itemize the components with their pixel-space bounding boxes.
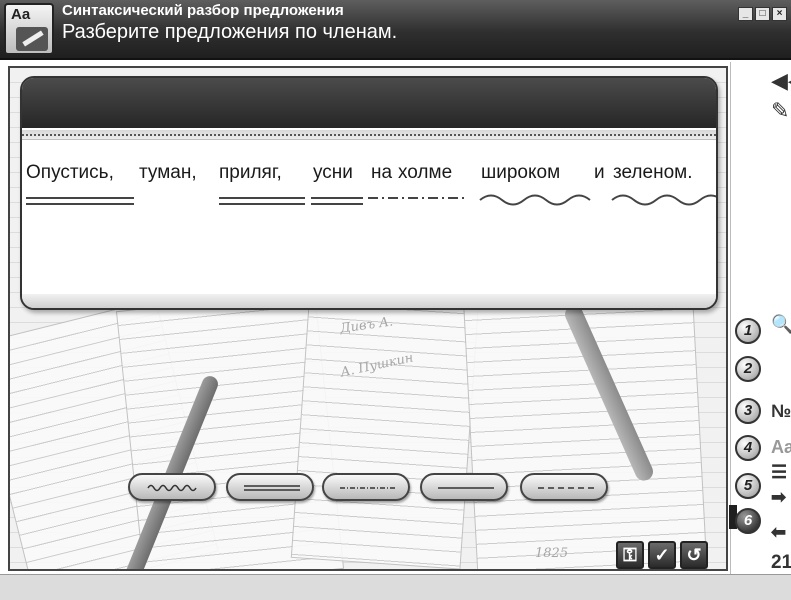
close-button[interactable]: × bbox=[772, 7, 787, 21]
pencil-icon[interactable]: ✎ bbox=[771, 100, 789, 122]
window-controls: _ □ × bbox=[738, 7, 787, 21]
sentence-word[interactable]: приляг, bbox=[219, 162, 282, 184]
window-title: Синтаксический разбор предложения bbox=[62, 2, 344, 19]
app-icon-text: Aa bbox=[11, 6, 31, 23]
rewind-icon[interactable]: ◀◀ bbox=[771, 70, 791, 92]
step-button-1[interactable]: 1 bbox=[735, 318, 761, 344]
wavy-line-icon bbox=[147, 484, 197, 492]
minimize-button[interactable]: _ bbox=[738, 7, 753, 21]
sentence: Опустись, туман, приляг, усни на холме ш… bbox=[22, 162, 716, 188]
next-icon[interactable]: ➡ bbox=[771, 487, 791, 508]
dashed-line-icon bbox=[538, 487, 594, 489]
background-paper bbox=[290, 288, 480, 569]
single-line-icon bbox=[438, 487, 494, 489]
underline-marks bbox=[26, 194, 716, 206]
app-icon: Aa bbox=[4, 3, 54, 55]
exercise-area: Дивъ А. А. Пушкин 1825 Опустись, туман, … bbox=[8, 66, 728, 571]
window-subtitle: Разберите предложения по членам. bbox=[62, 21, 398, 43]
background-scribble: 1825 bbox=[535, 546, 569, 561]
hint-button[interactable]: ⚿ bbox=[616, 541, 644, 569]
underline-attribute bbox=[479, 194, 591, 206]
sentence-word[interactable]: зеленом. bbox=[613, 162, 693, 184]
choice-dash-dot-button[interactable] bbox=[322, 473, 410, 501]
key-icon: ⚿ bbox=[623, 545, 637, 565]
sentence-word[interactable]: и bbox=[594, 162, 605, 184]
dash-dot-line-icon bbox=[340, 487, 396, 489]
panel-header bbox=[22, 78, 716, 128]
sentence-word[interactable]: усни bbox=[313, 162, 353, 184]
zoom-icon[interactable]: 🔍 bbox=[771, 314, 791, 335]
reset-button[interactable]: ↺ bbox=[680, 541, 708, 569]
title-bar: Aa Синтаксический разбор предложения Раз… bbox=[0, 0, 791, 60]
underline-predicate bbox=[311, 197, 363, 205]
maximize-button[interactable]: □ bbox=[755, 7, 770, 21]
page-number: 21 bbox=[771, 552, 791, 573]
step-button-6[interactable]: 6 bbox=[735, 508, 761, 534]
underline-attribute bbox=[611, 194, 716, 206]
panel-stitch bbox=[22, 130, 716, 140]
sentence-panel: Опустись, туман, приляг, усни на холме ш… bbox=[20, 76, 718, 310]
sidebar: ◀◀ ✎ 1 🔍 2 3 № 4 Aa 5 ☰ 6 ➡ ⬅ 21 bbox=[729, 62, 791, 574]
pen-icon bbox=[16, 27, 48, 51]
reset-icon: ↺ bbox=[686, 545, 702, 565]
font-icon[interactable]: Aa bbox=[771, 437, 791, 458]
back-icon[interactable]: ⬅ bbox=[771, 522, 791, 543]
choice-wavy-button[interactable] bbox=[128, 473, 216, 501]
underline-predicate bbox=[26, 197, 134, 205]
panel-footer bbox=[22, 294, 716, 308]
double-line-icon bbox=[244, 485, 300, 491]
step-button-3[interactable]: 3 bbox=[735, 398, 761, 424]
sentence-word[interactable]: Опустись, bbox=[26, 162, 114, 184]
sentence-word[interactable]: туман, bbox=[139, 162, 197, 184]
underline-predicate bbox=[219, 197, 305, 205]
list-icon[interactable]: ☰ bbox=[771, 462, 791, 483]
check-icon: ✓ bbox=[654, 545, 670, 565]
choice-dashed-button[interactable] bbox=[520, 473, 608, 501]
sentence-word[interactable]: холме bbox=[398, 162, 452, 184]
choice-single-line-button[interactable] bbox=[420, 473, 508, 501]
number-icon[interactable]: № bbox=[771, 401, 791, 422]
sentence-word[interactable]: широком bbox=[481, 162, 560, 184]
choice-double-line-button[interactable] bbox=[226, 473, 314, 501]
step-button-4[interactable]: 4 bbox=[735, 435, 761, 461]
step-button-5[interactable]: 5 bbox=[735, 473, 761, 499]
status-bar bbox=[0, 574, 791, 600]
sentence-word[interactable]: на bbox=[371, 162, 392, 184]
check-button[interactable]: ✓ bbox=[648, 541, 676, 569]
step-button-2[interactable]: 2 bbox=[735, 356, 761, 382]
